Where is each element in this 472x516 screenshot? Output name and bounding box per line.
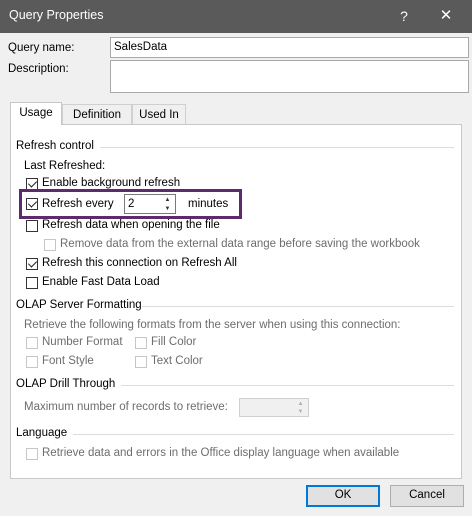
- refresh-interval-unit: minutes: [188, 198, 229, 210]
- max-records-up-icon[interactable]: ▲: [293, 400, 308, 408]
- refresh-control-divider: [100, 147, 454, 148]
- olap-formatting-title: OLAP Server Formatting: [16, 299, 142, 311]
- refresh-all-checkbox[interactable]: [26, 258, 38, 270]
- query-name-label: Query name:: [8, 42, 75, 54]
- tab-used-in[interactable]: Used In: [132, 104, 186, 124]
- fill-color-checkbox[interactable]: [135, 337, 147, 349]
- refresh-on-open-checkbox[interactable]: [26, 220, 38, 232]
- refresh-every-checkbox[interactable]: [26, 198, 38, 210]
- font-style-label: Font Style: [42, 355, 94, 367]
- title-bar: Query Properties ? ✕: [0, 0, 472, 33]
- last-refreshed-label: Last Refreshed:: [24, 160, 106, 172]
- tab-usage[interactable]: Usage: [10, 102, 62, 125]
- tab-usage-label: Usage: [19, 107, 53, 119]
- tab-definition-label: Definition: [73, 109, 121, 121]
- tab-definition[interactable]: Definition: [62, 104, 132, 124]
- spin-down-icon[interactable]: ▼: [160, 205, 175, 213]
- ok-button[interactable]: OK: [306, 485, 380, 507]
- fill-color-label: Fill Color: [151, 336, 197, 348]
- fast-data-load-label: Enable Fast Data Load: [42, 276, 160, 288]
- text-color-label: Text Color: [151, 355, 203, 367]
- text-color-checkbox[interactable]: [135, 356, 147, 368]
- close-button[interactable]: ✕: [433, 4, 459, 28]
- tab-used-in-label: Used In: [139, 109, 179, 121]
- max-records-stepper[interactable]: ▲ ▼: [239, 398, 309, 417]
- background-refresh-label: Enable background refresh: [42, 177, 181, 189]
- number-format-label: Number Format: [42, 336, 123, 348]
- ok-button-label: OK: [334, 489, 352, 501]
- olap-drill-divider: [121, 385, 454, 386]
- refresh-interval-value: 2: [128, 198, 135, 210]
- olap-formatting-description: Retrieve the following formats from the …: [24, 319, 401, 331]
- max-records-down-icon[interactable]: ▼: [293, 408, 308, 416]
- refresh-every-label: Refresh every: [42, 198, 114, 210]
- number-format-checkbox[interactable]: [26, 337, 38, 349]
- help-button[interactable]: ?: [394, 4, 414, 28]
- refresh-all-label: Refresh this connection on Refresh All: [42, 257, 237, 269]
- cancel-button[interactable]: Cancel: [390, 485, 464, 507]
- language-title: Language: [16, 427, 68, 439]
- window-title: Query Properties: [9, 8, 104, 22]
- query-name-input[interactable]: SalesData: [110, 37, 469, 58]
- olap-drill-title: OLAP Drill Through: [16, 378, 116, 390]
- refresh-interval-stepper[interactable]: 2 ▲ ▼: [124, 194, 176, 214]
- description-label: Description:: [8, 63, 69, 75]
- remove-data-checkbox[interactable]: [44, 239, 56, 251]
- refresh-control-title: Refresh control: [16, 140, 94, 152]
- refresh-on-open-label: Refresh data when opening the file: [42, 219, 220, 231]
- max-records-label: Maximum number of records to retrieve:: [24, 401, 228, 413]
- retrieve-language-checkbox[interactable]: [26, 448, 38, 460]
- query-name-value: SalesData: [114, 41, 168, 53]
- cancel-button-label: Cancel: [409, 489, 445, 501]
- remove-data-label: Remove data from the external data range…: [60, 238, 420, 250]
- language-divider: [73, 434, 454, 435]
- font-style-checkbox[interactable]: [26, 356, 38, 368]
- retrieve-language-label: Retrieve data and errors in the Office d…: [42, 447, 400, 459]
- spin-up-icon[interactable]: ▲: [160, 196, 175, 204]
- description-input[interactable]: [110, 60, 469, 93]
- olap-formatting-divider: [142, 306, 454, 307]
- fast-data-load-checkbox[interactable]: [26, 277, 38, 289]
